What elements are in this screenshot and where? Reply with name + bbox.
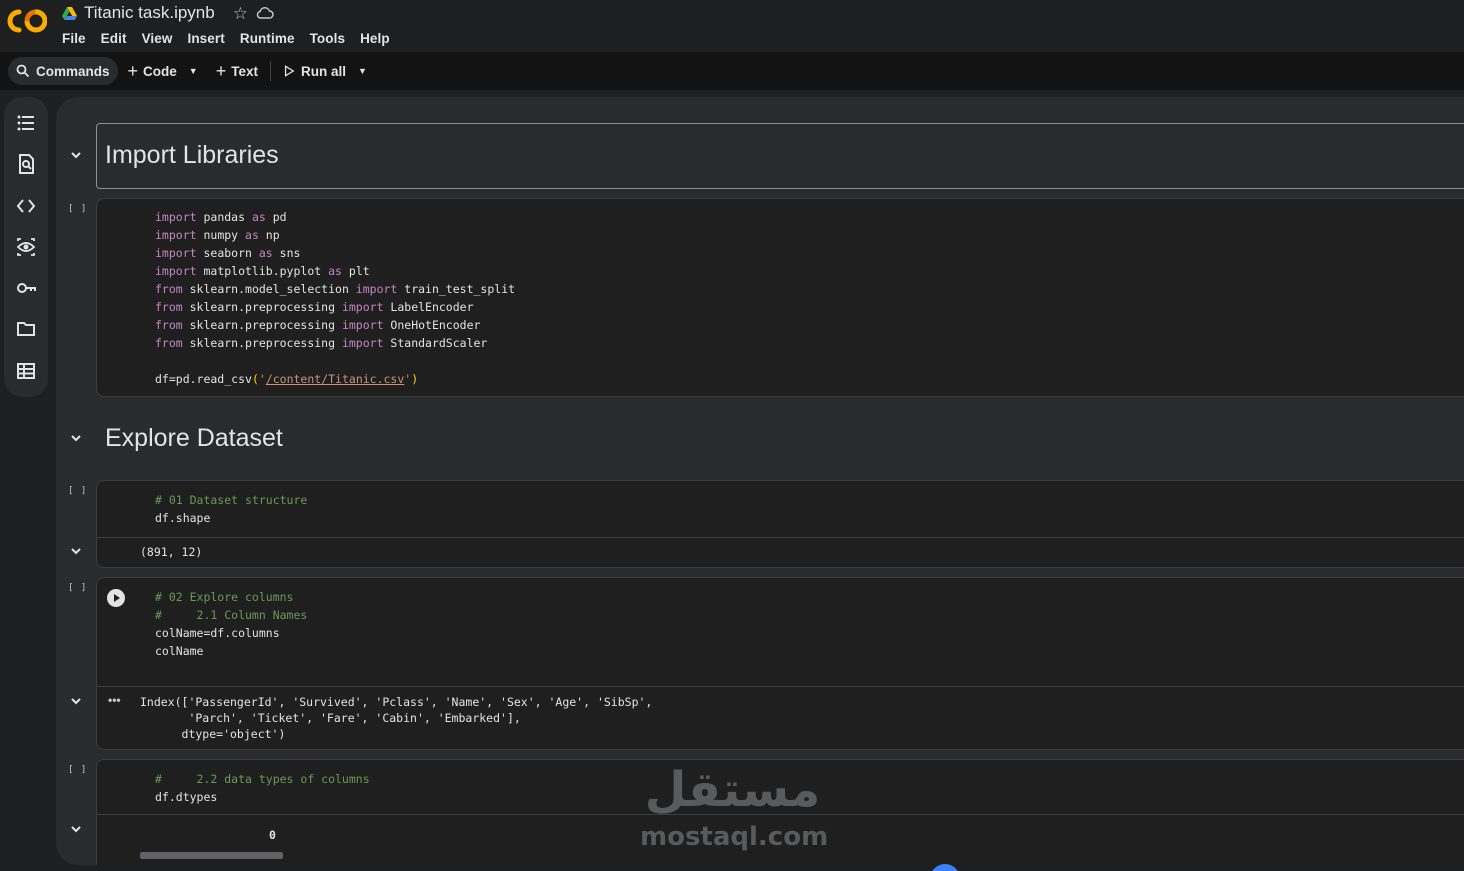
code-line: df.shape <box>155 511 211 525</box>
menu-edit[interactable]: Edit <box>101 31 127 46</box>
notebook-title[interactable]: Titanic task.ipynb <box>84 3 215 23</box>
add-code-button[interactable]: + Code ▼ <box>122 57 204 85</box>
code-line: df=pd.read_csv('/content/Titanic.csv') <box>155 372 419 386</box>
files-folder-icon[interactable] <box>16 319 36 339</box>
code-line: from sklearn.preprocessing import OneHot… <box>155 318 481 332</box>
code-line: colName=df.columns <box>155 626 280 640</box>
top-bar: Titanic task.ipynb ☆ File Edit View Inse… <box>0 0 1464 52</box>
chevron-down-icon[interactable]: ▼ <box>358 66 367 76</box>
code-comment: # 2.1 Column Names <box>155 608 308 622</box>
menu-bar: File Edit View Insert Runtime Tools Help <box>62 31 405 46</box>
chevron-down-icon[interactable] <box>69 694 83 708</box>
markdown-cell-explore-dataset[interactable]: Explore Dataset <box>96 407 1464 473</box>
run-all-button[interactable]: Run all ▼ <box>277 57 373 85</box>
watermark-arabic: مستقل <box>644 762 821 818</box>
status-indicator <box>930 864 960 871</box>
cloud-saved-icon[interactable] <box>256 6 274 20</box>
secrets-key-icon[interactable] <box>16 278 36 298</box>
cell-output: (891, 12) <box>140 545 203 559</box>
code-comment: # 2.2 data types of columns <box>155 772 370 786</box>
menu-insert[interactable]: Insert <box>187 31 224 46</box>
code-editor[interactable]: # 01 Dataset structure df.shape <box>155 491 307 527</box>
execution-count[interactable]: [ ] <box>68 765 87 775</box>
chevron-down-icon[interactable]: ▼ <box>189 66 198 76</box>
code-editor[interactable]: # 2.2 data types of columns df.dtypes <box>155 770 370 806</box>
markdown-cell-import-libraries[interactable]: Import Libraries <box>96 123 1464 189</box>
find-replace-icon[interactable] <box>16 154 36 174</box>
text-label: Text <box>231 63 258 79</box>
menu-help[interactable]: Help <box>360 31 390 46</box>
menu-runtime[interactable]: Runtime <box>240 31 295 46</box>
section-heading: Explore Dataset <box>105 424 283 452</box>
watermark-latin: mostaql.com <box>640 822 829 852</box>
menu-tools[interactable]: Tools <box>310 31 346 46</box>
code-comment: # 01 Dataset structure <box>155 493 308 507</box>
search-icon <box>16 64 30 78</box>
code-cell-shape[interactable]: # 01 Dataset structure df.shape (891, 12) <box>96 480 1464 568</box>
output-divider <box>97 686 1464 687</box>
code-comment: # 02 Explore columns <box>155 590 294 604</box>
watermark: مستقل mostaql.com <box>640 762 829 857</box>
add-text-button[interactable]: + Text <box>210 57 264 85</box>
output-actions-button[interactable]: ••• <box>108 693 121 707</box>
colab-logo[interactable] <box>7 8 47 34</box>
code-cell-columns[interactable]: # 02 Explore columns # 2.1 Column Names co… <box>96 577 1464 750</box>
code-snippets-icon[interactable] <box>16 196 36 216</box>
code-cell-imports[interactable]: import pandas as pd import numpy as np imp… <box>96 198 1464 397</box>
toolbar-divider <box>269 61 271 81</box>
left-sidebar <box>4 97 48 397</box>
menu-file[interactable]: File <box>62 31 86 46</box>
variable-inspector-icon[interactable] <box>16 237 36 257</box>
plus-icon: + <box>215 61 227 81</box>
code-line: import pandas as pd <box>155 210 287 224</box>
file-path-link[interactable]: /content/Titanic.csv <box>266 372 404 386</box>
code-label: Code <box>143 63 177 79</box>
code-line: import seaborn as sns <box>155 246 301 260</box>
commands-button[interactable]: Commands <box>8 57 118 85</box>
horizontal-scrollbar[interactable] <box>140 852 283 859</box>
chevron-down-icon[interactable] <box>69 148 83 162</box>
menu-view[interactable]: View <box>142 31 173 46</box>
star-icon[interactable]: ☆ <box>233 5 248 22</box>
section-heading: Import Libraries <box>105 141 279 169</box>
google-drive-icon <box>62 6 77 20</box>
table-of-contents-icon[interactable] <box>16 113 36 133</box>
play-icon <box>284 65 295 77</box>
chevron-down-icon[interactable] <box>69 822 83 836</box>
title-row: Titanic task.ipynb ☆ <box>62 3 274 23</box>
execution-count[interactable]: [ ] <box>68 583 87 593</box>
code-line: from sklearn.preprocessing import LabelE… <box>155 300 474 314</box>
execution-count[interactable]: [ ] <box>68 486 87 496</box>
execution-count[interactable]: [ ] <box>68 204 87 214</box>
output-divider <box>97 537 1464 538</box>
code-editor[interactable]: # 02 Explore columns # 2.1 Column Names co… <box>155 588 307 660</box>
plus-icon: + <box>127 61 139 81</box>
code-line: colName <box>155 644 204 658</box>
code-line: from sklearn.preprocessing import Standa… <box>155 336 488 350</box>
cell-output: Index(['PassengerId', 'Survived', 'Pclas… <box>140 695 653 741</box>
code-editor[interactable]: import pandas as pd import numpy as np imp… <box>155 208 515 388</box>
code-line: df.dtypes <box>155 790 218 804</box>
toolbar: Commands + Code ▼ + Text Run all ▼ <box>0 52 1464 90</box>
chevron-down-icon[interactable] <box>69 431 83 445</box>
output-table-header: 0 <box>269 828 276 842</box>
run-all-label: Run all <box>300 63 346 79</box>
chevron-down-icon[interactable] <box>69 544 83 558</box>
code-line: from sklearn.model_selection import trai… <box>155 282 516 296</box>
code-line: import numpy as np <box>155 228 280 242</box>
notebook-area: Import Libraries [ ] import pandas as pd… <box>56 97 1464 865</box>
code-line: import matplotlib.pyplot as plt <box>155 264 370 278</box>
run-cell-button[interactable] <box>107 589 125 607</box>
commands-label: Commands <box>36 63 110 79</box>
data-table-icon[interactable] <box>16 361 36 381</box>
